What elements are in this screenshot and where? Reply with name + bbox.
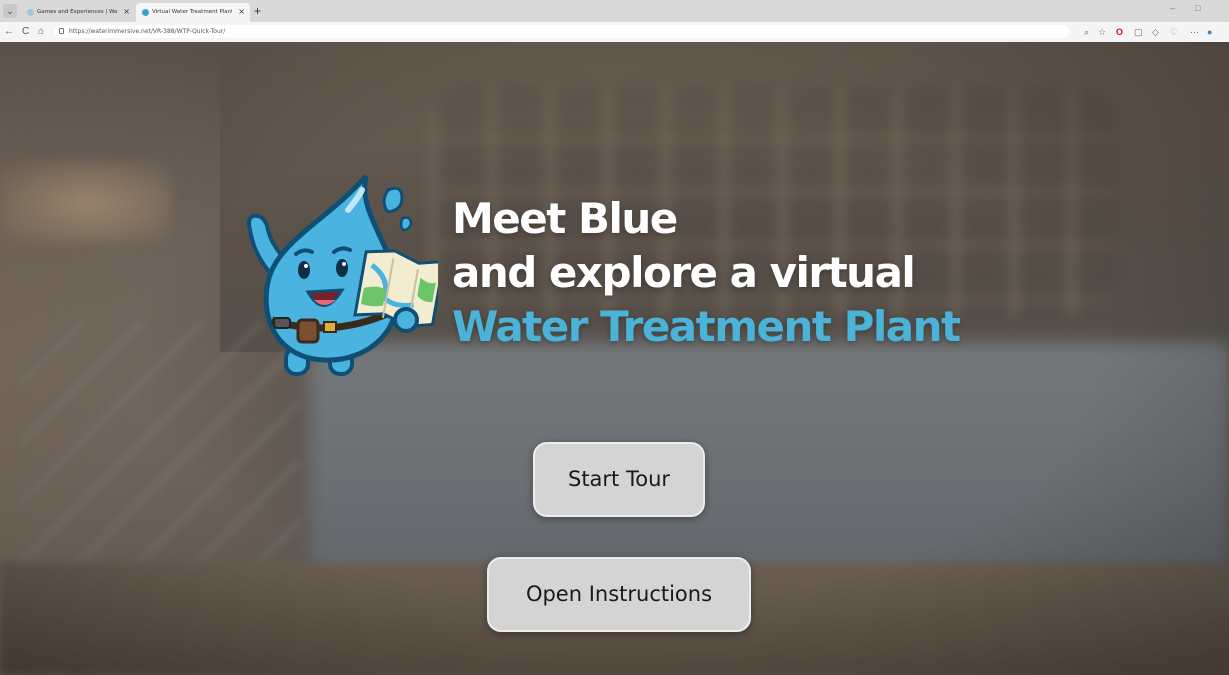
open-instructions-button[interactable]: Open Instructions [487,557,751,632]
minimize-icon[interactable]: – [1170,3,1175,13]
lock-icon [59,28,64,34]
close-tab-icon[interactable]: × [238,6,245,18]
star-icon[interactable]: ☆ [1098,26,1106,38]
headline-line-explore: and explore a virtual [452,248,916,297]
heart-icon[interactable]: ♡ [1170,26,1178,38]
extension-icon[interactable]: ▢ [1134,26,1143,38]
close-tab-icon[interactable]: × [123,6,130,18]
headline-line-meet-blue: Meet Blue [452,194,678,243]
home-icon[interactable]: ⌂ [38,25,44,38]
address-bar: ← C ⌂ https://waterimmersive.net/VR-388/… [0,22,1229,43]
menu-dots-icon[interactable]: ⋯ [1190,26,1199,38]
profile-icon[interactable]: ● [1207,26,1212,38]
water-drop-favicon-icon [142,9,149,16]
blue-mascot-icon [247,174,438,376]
new-tab-button[interactable]: + [254,4,261,18]
shield-icon[interactable]: ◇ [1152,26,1159,38]
tab-list-button[interactable]: ⌄ [3,4,17,18]
start-tour-button[interactable]: Start Tour [533,442,705,517]
tab-title: Virtual Water Treatment Plant [152,9,232,15]
hero-headline: Meet Blue and explore a virtual Water Tr… [452,192,961,354]
maximize-icon[interactable]: □ [1195,3,1200,13]
url-text: https://waterimmersive.net/VR-388/WTP-Qu… [69,28,226,35]
back-icon[interactable]: ← [4,25,14,38]
search-icon[interactable]: ⌕ [1084,26,1089,38]
favicon-icon [27,9,34,16]
tab-virtual-water-treatment[interactable]: Virtual Water Treatment Plant × [136,3,250,22]
headline-line-water-treatment-plant: Water Treatment Plant [452,302,961,351]
tab-bar: ⌄ Games and Experiences | WaterVi × Virt… [0,0,1229,22]
tab-games-experiences[interactable]: Games and Experiences | WaterVi × [21,3,135,22]
opera-icon[interactable]: O [1116,26,1123,38]
webpage-viewport: Meet Blue and explore a virtual Water Tr… [0,42,1229,675]
tab-title: Games and Experiences | WaterVi [37,9,117,15]
url-field[interactable]: https://waterimmersive.net/VR-388/WTP-Qu… [54,25,1069,38]
reload-icon[interactable]: C [22,25,29,38]
